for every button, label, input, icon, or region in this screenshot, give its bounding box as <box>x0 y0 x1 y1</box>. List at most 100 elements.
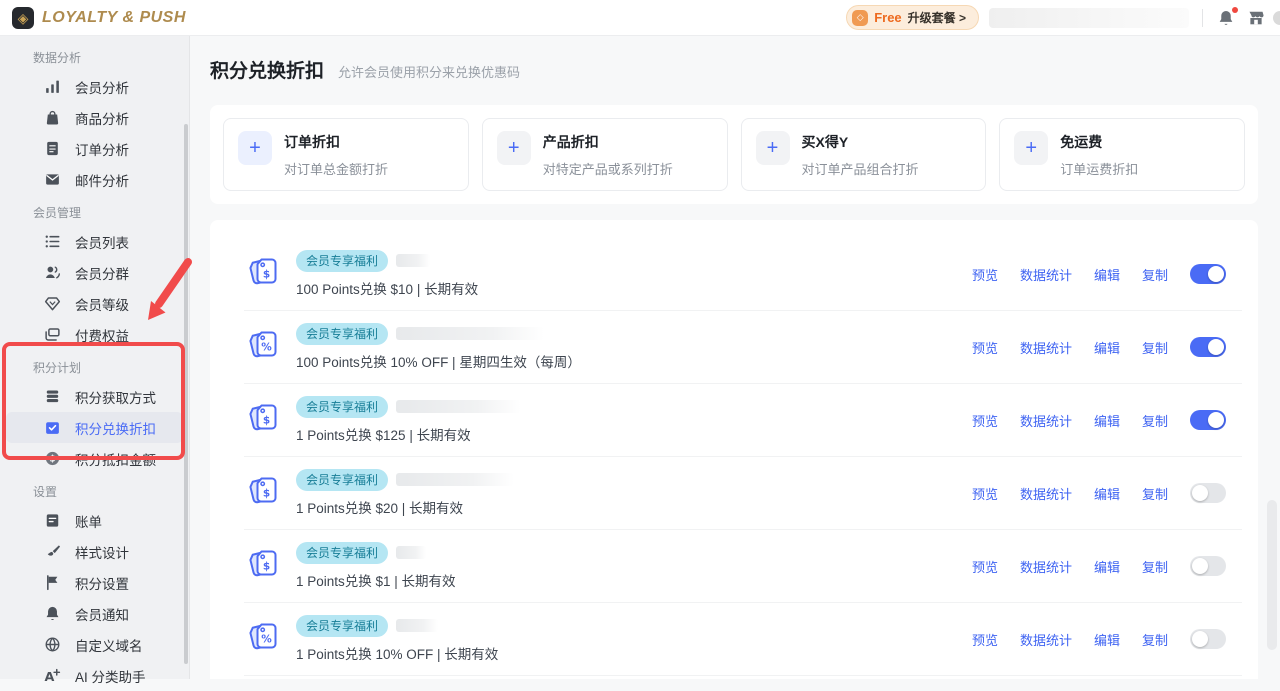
store-button[interactable] <box>1246 8 1266 28</box>
account-name-redacted[interactable] <box>989 8 1189 28</box>
sidebar-item-样式设计[interactable]: 样式设计 <box>6 536 183 567</box>
action-stats[interactable]: 数据统计 <box>1020 411 1072 430</box>
globe-icon <box>44 636 61 653</box>
doc-icon <box>44 140 61 157</box>
sidebar-item-积分获取方式[interactable]: 积分获取方式 <box>6 381 183 412</box>
action-preview[interactable]: 预览 <box>972 338 998 357</box>
upgrade-label: 升级套餐 > <box>908 9 966 26</box>
list-icon <box>44 233 61 250</box>
action-edit[interactable]: 编辑 <box>1094 557 1120 576</box>
plan-diamond-icon: ◇ <box>852 10 868 26</box>
svg-text:%: % <box>261 342 272 354</box>
sidebar-section-title: 会员管理 <box>0 195 189 226</box>
discount-description: 100 Points兑换 $10 | 长期有效 <box>296 278 478 298</box>
users-icon <box>44 264 61 281</box>
sidebar-item-label: 会员列表 <box>75 232 129 252</box>
notifications-button[interactable] <box>1216 8 1236 28</box>
action-copy[interactable]: 复制 <box>1142 338 1168 357</box>
action-stats[interactable]: 数据统计 <box>1020 338 1072 357</box>
enable-toggle[interactable] <box>1190 337 1226 357</box>
action-edit[interactable]: 编辑 <box>1094 265 1120 284</box>
plan-name: Free <box>874 10 901 25</box>
sidebar-item-会员等级[interactable]: 会员等级 <box>6 288 183 319</box>
action-edit[interactable]: 编辑 <box>1094 484 1120 503</box>
sidebar-item-label: 商品分析 <box>75 108 129 128</box>
sidebar-section-title: 积分计划 <box>0 350 189 381</box>
sidebar-item-会员分群[interactable]: 会员分群 <box>6 257 183 288</box>
discount-row: $ 会员专享福利 1 Points兑换 $1 | 长期有效 预览数据统计编辑复制 <box>244 530 1242 603</box>
sidebar-item-label: 样式设计 <box>75 542 129 562</box>
action-preview[interactable]: 预览 <box>972 630 998 649</box>
sidebar-section: 数据分析 会员分析 商品分析 订单分析 邮件分析 <box>0 40 189 195</box>
create-card-免运费[interactable]: + 免运费 订单运费折扣 <box>999 118 1245 191</box>
page-scrollbar[interactable] <box>1267 500 1277 650</box>
sidebar-item-会员通知[interactable]: 会员通知 <box>6 598 183 629</box>
enable-toggle[interactable] <box>1190 483 1226 503</box>
action-edit[interactable]: 编辑 <box>1094 338 1120 357</box>
svg-text:A: A <box>45 670 55 684</box>
action-stats[interactable]: 数据统计 <box>1020 265 1072 284</box>
discount-description: 1 Points兑换 $1 | 长期有效 <box>296 570 456 590</box>
upgrade-plan-button[interactable]: ◇ Free 升级套餐 > <box>846 5 979 30</box>
enable-toggle[interactable] <box>1190 556 1226 576</box>
sidebar-item-邮件分析[interactable]: 邮件分析 <box>6 164 183 195</box>
sidebar-item-label: 账单 <box>75 511 102 531</box>
create-card-产品折扣[interactable]: + 产品折扣 对特定产品或系列打折 <box>482 118 728 191</box>
action-stats[interactable]: 数据统计 <box>1020 557 1072 576</box>
sidebar-item-会员列表[interactable]: 会员列表 <box>6 226 183 257</box>
sidebar-item-自定义域名[interactable]: 自定义域名 <box>6 629 183 660</box>
discount-row: $ 会员专享福利 1 Points兑换 $125 | 长期有效 预览数据统计编辑… <box>244 384 1242 457</box>
card-description: 对订单总金额打折 <box>284 159 388 178</box>
avatar-sliver[interactable] <box>1273 11 1280 25</box>
billing-icon <box>44 512 61 529</box>
action-copy[interactable]: 复制 <box>1142 411 1168 430</box>
enable-toggle[interactable] <box>1190 264 1226 284</box>
action-copy[interactable]: 复制 <box>1142 484 1168 503</box>
sidebar-item-积分兑换折扣[interactable]: 积分兑换折扣 <box>6 412 183 443</box>
action-stats[interactable]: 数据统计 <box>1020 630 1072 649</box>
ticket-check-icon <box>44 419 61 436</box>
sidebar-item-会员分析[interactable]: 会员分析 <box>6 71 183 102</box>
ai-icon: A <box>44 667 61 684</box>
sidebar-scrollbar[interactable] <box>184 124 188 664</box>
benefit-badge: 会员专享福利 <box>296 250 388 272</box>
discount-description: 1 Points兑换 $20 | 长期有效 <box>296 497 514 517</box>
action-preview[interactable]: 预览 <box>972 411 998 430</box>
sidebar-item-积分设置[interactable]: 积分设置 <box>6 567 183 598</box>
enable-toggle[interactable] <box>1190 629 1226 649</box>
action-preview[interactable]: 预览 <box>972 265 998 284</box>
sidebar-item-label: 邮件分析 <box>75 170 129 190</box>
sidebar-item-积分抵扣金额[interactable]: $ 积分抵扣金额 <box>6 443 183 474</box>
enable-toggle[interactable] <box>1190 410 1226 430</box>
card-title: 产品折扣 <box>543 131 673 152</box>
sidebar-item-label: 会员等级 <box>75 294 129 314</box>
create-card-订单折扣[interactable]: + 订单折扣 对订单总金额打折 <box>223 118 469 191</box>
sidebar-item-AI 分类助手[interactable]: A AI 分类助手 <box>6 660 183 691</box>
action-copy[interactable]: 复制 <box>1142 557 1168 576</box>
coupon-ticket-icon: $ <box>244 254 284 294</box>
sidebar-item-商品分析[interactable]: 商品分析 <box>6 102 183 133</box>
sidebar-item-付费权益[interactable]: 付费权益 <box>6 319 183 350</box>
action-edit[interactable]: 编辑 <box>1094 411 1120 430</box>
card-title: 买X得Y <box>802 131 919 152</box>
create-discount-panel: + 订单折扣 对订单总金额打折 + 产品折扣 对特定产品或系列打折 + 买X得Y… <box>210 105 1258 204</box>
redacted-title <box>396 619 438 632</box>
app-logo: ◈ LOYALTY & PUSH <box>12 7 186 29</box>
action-copy[interactable]: 复制 <box>1142 630 1168 649</box>
benefit-badge: 会员专享福利 <box>296 396 388 418</box>
logo-diamond-icon: ◈ <box>12 7 34 29</box>
benefit-badge: 会员专享福利 <box>296 323 388 345</box>
action-preview[interactable]: 预览 <box>972 557 998 576</box>
mail-icon <box>44 171 61 188</box>
svg-text:$: $ <box>263 269 270 281</box>
svg-text:%: % <box>261 634 272 646</box>
action-copy[interactable]: 复制 <box>1142 265 1168 284</box>
sidebar-item-账单[interactable]: 账单 <box>6 505 183 536</box>
create-card-买X得Y[interactable]: + 买X得Y 对订单产品组合打折 <box>741 118 987 191</box>
action-preview[interactable]: 预览 <box>972 484 998 503</box>
action-edit[interactable]: 编辑 <box>1094 630 1120 649</box>
toggle-knob <box>1208 266 1224 282</box>
sidebar-section-title: 设置 <box>0 474 189 505</box>
sidebar-item-订单分析[interactable]: 订单分析 <box>6 133 183 164</box>
action-stats[interactable]: 数据统计 <box>1020 484 1072 503</box>
